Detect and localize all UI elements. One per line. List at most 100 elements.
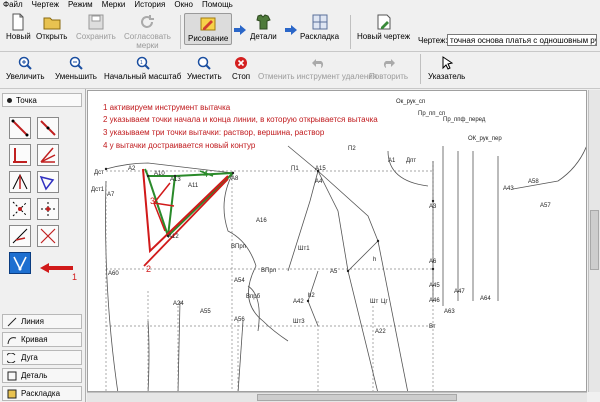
shoulder-point-tool[interactable]: [37, 171, 59, 193]
point-label: А54: [234, 278, 245, 284]
redo-label: Повторить: [369, 72, 409, 81]
new-drawing-button[interactable]: Новый чертеж: [357, 13, 410, 41]
normal-line-icon: [13, 148, 27, 163]
point-label: А5: [330, 269, 338, 275]
new-drawing-icon: [377, 14, 391, 30]
category-arc[interactable]: Дуга: [2, 350, 82, 365]
point-label: А63: [444, 309, 455, 315]
triangle-tool[interactable]: [9, 171, 31, 193]
main-toolbar: Новый Открыть Сохранить Согласовать мерк…: [0, 11, 600, 52]
category-layout[interactable]: Раскладка: [2, 386, 82, 401]
drawing-mode-button[interactable]: Рисование: [184, 13, 233, 45]
layout-mode-button[interactable]: Раскладка: [300, 13, 339, 41]
menu-history[interactable]: История: [134, 0, 165, 10]
zoom-out-label: Уменьшить: [55, 72, 97, 81]
point-label: Шт1: [298, 246, 310, 252]
point-label: А60: [108, 271, 119, 277]
save-label: Сохранить: [76, 32, 116, 41]
vertical-scrollbar[interactable]: [588, 90, 600, 392]
point-label: А16: [256, 218, 267, 224]
zoom-fit-icon: [198, 56, 212, 70]
tools-panel: Точка 1 Линия Кривая Дуга Деталь Расклад…: [0, 89, 86, 402]
menu-help[interactable]: Помощь: [202, 0, 233, 10]
redo-arrow-icon: [383, 59, 395, 68]
point-label: А47: [454, 289, 465, 295]
zoom-out-button[interactable]: Уменьшить: [55, 56, 97, 81]
line-point-tool[interactable]: [9, 117, 31, 139]
zoom-reset-icon: 1: [136, 56, 150, 70]
point-label: h2: [308, 293, 315, 299]
agree-measurements-button[interactable]: Согласовать мерки: [124, 13, 171, 50]
redo-button[interactable]: Повторить: [369, 56, 408, 81]
axis-intersect-tool[interactable]: [37, 198, 59, 220]
annotation-3: 3: [150, 196, 156, 206]
cursor-arrow-icon: [442, 56, 453, 70]
normal-tool[interactable]: [9, 144, 31, 166]
point-label: А43: [503, 186, 514, 192]
menu-measurements[interactable]: Мерки: [102, 0, 126, 10]
point-tools-header[interactable]: Точка: [2, 93, 82, 107]
dot-icon: [7, 97, 12, 103]
intersect-tool[interactable]: [9, 198, 31, 220]
annotation-2: 2: [146, 264, 152, 274]
point-label: А11: [188, 183, 199, 189]
point-label: А24: [173, 301, 184, 307]
height-tool[interactable]: [9, 225, 31, 247]
view-toolbar: Увеличить Уменьшить 1 Начальный масштаб …: [0, 52, 600, 89]
point-label: А6: [429, 259, 437, 265]
point-label: Цг: [381, 299, 388, 305]
stop-label: Стоп: [232, 72, 251, 81]
point-label: А57: [540, 203, 551, 209]
undo-button[interactable]: Отменить инструмент удаления: [258, 56, 377, 81]
details-label: Детали: [250, 32, 277, 41]
pointer-button[interactable]: Указатель: [428, 56, 465, 81]
detail-icon: [7, 371, 17, 380]
toolbar-separator: [180, 15, 181, 49]
drawing-name-field[interactable]: точная основа платья с одношовным ру: [447, 34, 597, 46]
menu-file[interactable]: Файл: [3, 0, 23, 10]
point-label: А15: [315, 166, 326, 172]
point-label: А1: [388, 158, 396, 164]
new-button[interactable]: Новый: [6, 13, 31, 41]
line-point-icon: [40, 120, 56, 136]
bisector-tool[interactable]: [37, 144, 59, 166]
drawing-label: Рисование: [188, 34, 229, 43]
horizontal-scrollbar[interactable]: [87, 392, 587, 402]
fit-label: Уместить: [187, 72, 222, 81]
point-label: ВПрл: [261, 268, 276, 274]
point-label: А22: [375, 329, 386, 335]
pointer-label: Указатель: [428, 72, 466, 81]
menu-window[interactable]: Окно: [174, 0, 193, 10]
point-label: ОК_рук_пер: [468, 136, 502, 142]
point-label: Впрб: [246, 294, 261, 300]
point-label: П1: [291, 166, 299, 172]
zoom-in-button[interactable]: Увеличить: [6, 56, 45, 81]
instruction-3: 3 указываем три точки вытачки: раствор, …: [103, 128, 325, 137]
along-line-tool[interactable]: [37, 117, 59, 139]
category-detail[interactable]: Деталь: [2, 368, 82, 383]
menu-drawing[interactable]: Чертеж: [32, 0, 59, 10]
point-label: ВПрп: [231, 244, 246, 250]
fit-button[interactable]: Уместить: [187, 56, 222, 81]
open-button[interactable]: Открыть: [36, 13, 67, 41]
menu-mode[interactable]: Режим: [68, 0, 93, 10]
stop-button[interactable]: Стоп: [232, 56, 250, 81]
save-button[interactable]: Сохранить: [76, 13, 116, 41]
initial-scale-button[interactable]: 1 Начальный масштаб: [104, 56, 181, 81]
category-line[interactable]: Линия: [2, 314, 82, 329]
point-label: П2: [348, 146, 356, 152]
point-label: Шт: [370, 299, 379, 305]
category-curve[interactable]: Кривая: [2, 332, 82, 347]
new-file-icon: [12, 13, 24, 31]
initial-scale-label: Начальный масштаб: [104, 72, 182, 81]
point-label: Вт: [429, 324, 436, 330]
point-label: А42: [293, 299, 304, 305]
horizontal-scroll-thumb[interactable]: [257, 394, 457, 401]
drawing-canvas[interactable]: 1 активируем инструмент вытачка 2 указыв…: [87, 90, 587, 392]
vertical-scroll-thumb[interactable]: [590, 210, 599, 270]
details-mode-button[interactable]: Детали: [250, 13, 277, 41]
line-intersect-axis-tool[interactable]: [37, 225, 59, 247]
dart-tool[interactable]: [9, 252, 31, 274]
toolbar-separator: [350, 15, 351, 49]
zoom-in-label: Увеличить: [6, 72, 45, 81]
